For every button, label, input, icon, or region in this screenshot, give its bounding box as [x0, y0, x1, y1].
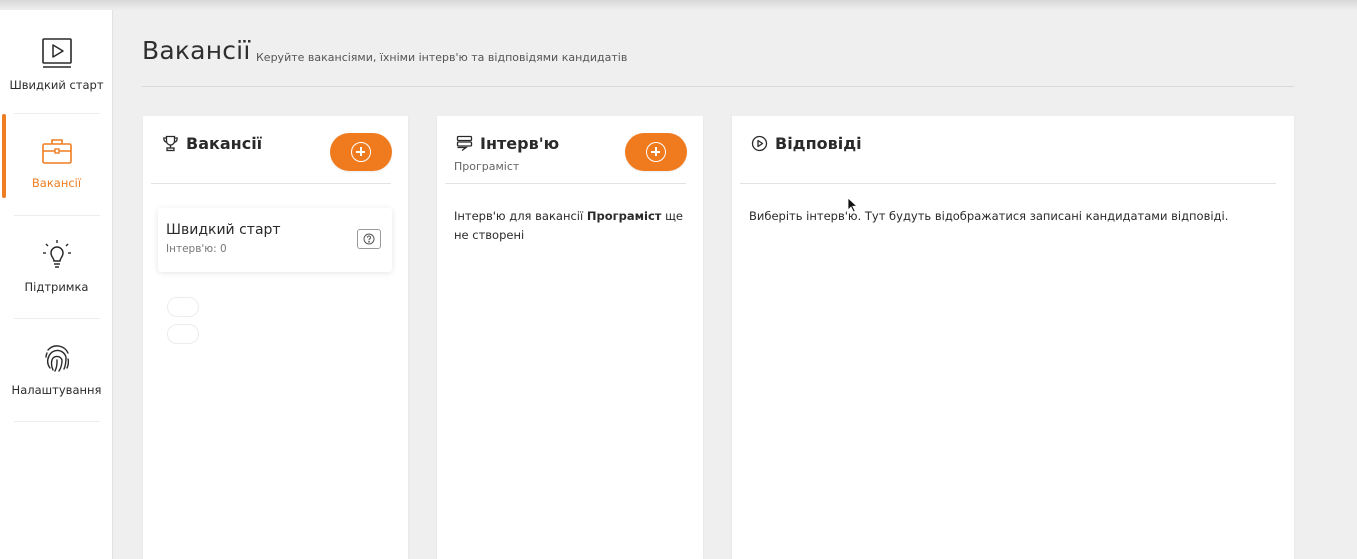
panel-divider — [151, 183, 391, 184]
sidebar-item-vacancies[interactable]: Вакансії — [0, 114, 113, 210]
vacancy-interview-count: Інтерв'ю: 0 — [166, 243, 227, 255]
play-video-icon — [40, 36, 74, 70]
nav-divider — [14, 215, 100, 216]
help-circle-icon — [363, 233, 375, 245]
plus-circle-icon — [351, 142, 371, 162]
mouse-cursor-icon — [847, 197, 859, 217]
interviews-title-text: Інтерв'ю — [480, 134, 560, 153]
page-subtitle: Керуйте вакансіями, їхніми інтерв'ю та в… — [256, 51, 628, 64]
lightbulb-icon — [40, 238, 74, 272]
sidebar-item-label: Вакансії — [31, 176, 82, 190]
sidebar-item-label: Налаштування — [11, 383, 102, 397]
sidebar-item-quick-start[interactable]: Швидкий старт — [0, 16, 113, 112]
fingerprint-icon — [40, 341, 74, 375]
vacancies-panel-title: Вакансії — [162, 134, 262, 153]
add-interview-button[interactable] — [625, 133, 687, 171]
nav-divider — [14, 318, 100, 319]
vacancy-help-button[interactable] — [357, 229, 381, 249]
responses-panel-title: Відповіді — [751, 134, 862, 153]
header-divider — [142, 86, 1294, 87]
list-chat-icon — [456, 135, 473, 152]
responses-title-text: Відповіді — [775, 134, 862, 153]
plus-circle-icon — [646, 142, 666, 162]
panel-divider — [445, 183, 686, 184]
placeholder-pill — [167, 324, 199, 344]
vacancy-item[interactable]: Швидкий старт Інтерв'ю: 0 — [158, 208, 392, 272]
interviews-panel-title: Інтерв'ю — [456, 134, 559, 153]
empty-vacancy-name: Програміст — [586, 209, 662, 223]
sidebar-item-support[interactable]: Підтримка — [0, 218, 113, 314]
add-vacancy-button[interactable] — [330, 133, 392, 171]
sidebar-item-label: Швидкий старт — [9, 78, 104, 92]
page-title: Вакансії — [142, 36, 251, 65]
sidebar-item-label: Підтримка — [24, 280, 89, 294]
briefcase-icon — [40, 134, 74, 168]
sidebar-item-settings[interactable]: Налаштування — [0, 321, 113, 417]
panel-divider — [740, 183, 1276, 184]
nav-divider — [14, 421, 100, 422]
placeholder-pill — [167, 297, 199, 317]
vacancy-name: Швидкий старт — [166, 222, 281, 238]
trophy-icon — [162, 135, 179, 152]
responses-empty-message: Виберіть інтерв'ю. Тут будуть відображат… — [749, 209, 1229, 223]
vacancies-title-text: Вакансії — [186, 134, 263, 153]
interviews-vacancy-subtitle: Програміст — [454, 160, 520, 173]
window-top-strip — [0, 0, 1357, 10]
interviews-empty-message: Інтерв'ю для вакансії Програміст ще не с… — [454, 207, 694, 245]
play-circle-icon — [751, 135, 768, 152]
empty-prefix-text: Інтерв'ю для вакансії — [454, 209, 587, 223]
